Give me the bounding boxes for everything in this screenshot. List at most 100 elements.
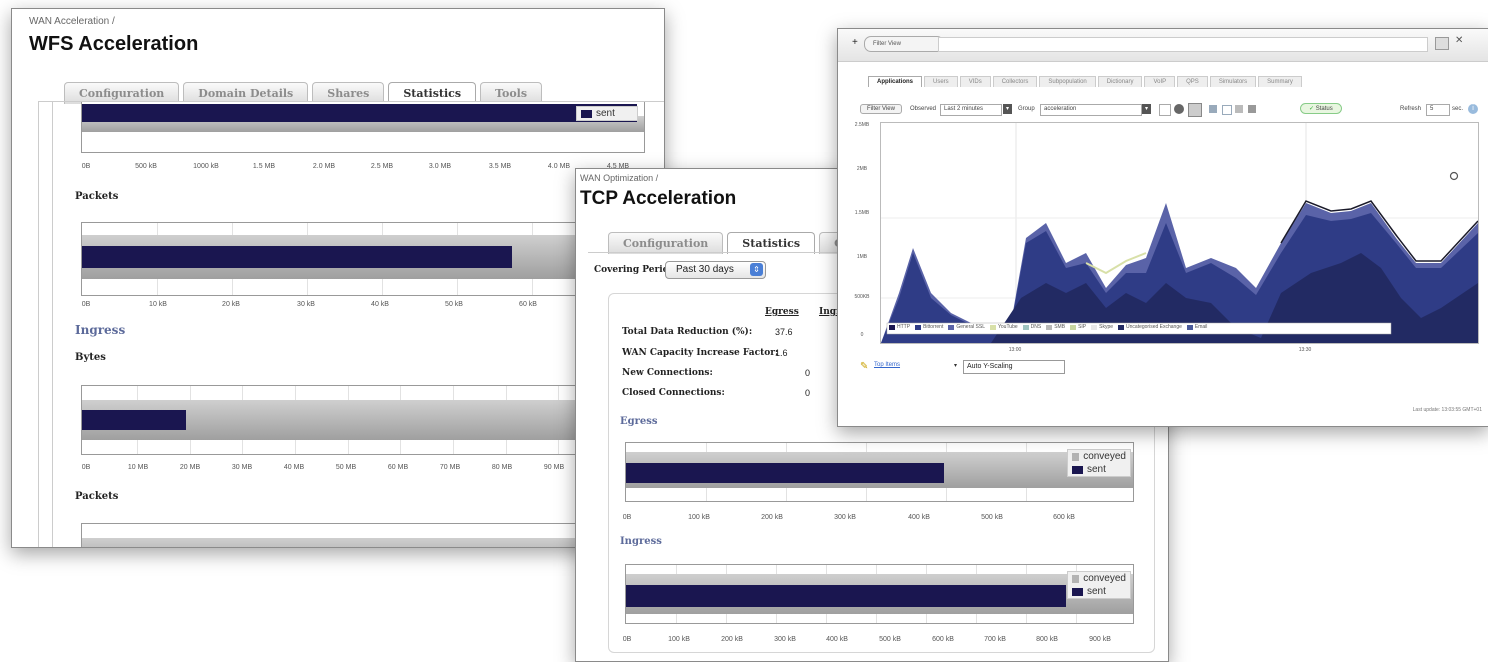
- ingress-heading: Ingress: [75, 323, 126, 337]
- y-tick: 500KB: [854, 294, 870, 300]
- sent-bar: [82, 246, 512, 268]
- status-button-label: Status: [1315, 106, 1333, 112]
- legend-label: Bittorrent: [923, 324, 944, 330]
- tab-collectors[interactable]: Collectors: [992, 76, 1038, 87]
- sent-swatch: [581, 109, 592, 118]
- breadcrumb[interactable]: WAN Acceleration /: [29, 16, 115, 27]
- status-button[interactable]: ✓ Status: [1300, 103, 1342, 114]
- tick: 100 kB: [668, 636, 690, 643]
- breadcrumb[interactable]: WAN Optimization /: [580, 173, 658, 183]
- conveyed-band: [82, 538, 642, 547]
- legend-item: YouTube: [990, 324, 1018, 330]
- tab-vids[interactable]: VIDs: [959, 76, 991, 87]
- area-chart-svg: [881, 123, 1479, 343]
- refresh-input[interactable]: 5: [1426, 104, 1450, 116]
- tick: 4.0 MB: [547, 163, 571, 170]
- legend-label: General SSL: [956, 324, 985, 330]
- legend-item: DNS: [1022, 324, 1041, 330]
- tab-subpopulation[interactable]: Subpopulation: [1039, 76, 1096, 87]
- dropdown-icon[interactable]: ▾: [1142, 104, 1151, 114]
- tab-simulators[interactable]: Simulators: [1209, 76, 1257, 87]
- chart-type-icon[interactable]: [1174, 104, 1184, 114]
- tick: 3.5 MB: [488, 163, 512, 170]
- tick: 60 MB: [387, 464, 409, 471]
- top-items-dropdown[interactable]: Top Items ▾: [874, 362, 958, 373]
- tick: 2.0 MB: [312, 163, 336, 170]
- tick: 60 kB: [519, 301, 537, 308]
- legend-item: SMB: [1046, 324, 1065, 330]
- covering-period-value: Past 30 days: [676, 264, 734, 275]
- legend-item: HTTP: [889, 324, 910, 330]
- y-tick: 2MB: [856, 166, 868, 172]
- view-tab-bar: Applications Users VIDs Collectors Subpo…: [868, 76, 1302, 87]
- tick: 200 kB: [721, 636, 743, 643]
- close-icon[interactable]: ✕: [1455, 35, 1463, 46]
- conveyed-swatch: [1072, 452, 1080, 461]
- tab-users[interactable]: Users: [924, 76, 958, 87]
- legend-sent: sent: [1087, 586, 1106, 597]
- tab-configuration[interactable]: Configuration: [608, 232, 724, 254]
- tick: 1000 kB: [193, 163, 219, 170]
- tick: 400 kB: [908, 514, 930, 521]
- tick: 3.0 MB: [428, 163, 452, 170]
- x-tick: 13:30: [1298, 347, 1312, 353]
- legend-conveyed: conveyed: [1083, 451, 1126, 462]
- y-tick: 2.5MB: [854, 122, 870, 128]
- view-chip[interactable]: Filter View: [864, 36, 944, 52]
- zoom-icon[interactable]: [1159, 104, 1171, 116]
- tab-statistics[interactable]: Statistics: [727, 232, 816, 254]
- dropdown-icon[interactable]: ▾: [1003, 104, 1012, 114]
- stat-value: 0: [805, 368, 811, 378]
- ingress-packets-chart: [81, 523, 643, 547]
- legend-item: Skype: [1091, 324, 1113, 330]
- y-tick: 1.5MB: [854, 210, 870, 216]
- tab-dictionary[interactable]: Dictionary: [1097, 76, 1143, 87]
- tab-summary[interactable]: Summary: [1258, 76, 1302, 87]
- tab-voip[interactable]: VoIP: [1144, 76, 1176, 87]
- legend-item: General SSL: [948, 324, 985, 330]
- tab-applications[interactable]: Applications: [868, 76, 923, 87]
- tick: 100 kB: [688, 514, 710, 521]
- observed-label: Observed: [910, 106, 937, 112]
- legend-sent: sent: [596, 108, 615, 119]
- legend-swatch: [1186, 324, 1193, 330]
- top-items-label: Top Items: [874, 362, 901, 368]
- scaling-field[interactable]: Auto Y-Scaling: [963, 360, 1065, 374]
- tick: 500 kB: [879, 636, 901, 643]
- sent-swatch: [1072, 587, 1083, 596]
- filter-view-button[interactable]: Filter View: [860, 104, 902, 114]
- chart-legend: sent: [576, 106, 638, 121]
- covering-period-select[interactable]: Past 30 days ⇕: [665, 261, 766, 279]
- tab-qps[interactable]: QPS: [1177, 76, 1208, 87]
- print-icon[interactable]: [1248, 105, 1256, 113]
- tick: 2.5 MB: [370, 163, 394, 170]
- export-icon[interactable]: [1235, 105, 1243, 113]
- tick: 20 kB: [222, 301, 240, 308]
- tick: 500 kB: [135, 163, 157, 170]
- legend-label: Uncategorised Exchange: [1126, 324, 1182, 330]
- add-icon[interactable]: +: [852, 37, 858, 48]
- group-select[interactable]: acceleration: [1040, 104, 1142, 116]
- chevron-down-icon: ▾: [954, 363, 958, 369]
- area-chart-icon[interactable]: [1188, 103, 1202, 117]
- table-icon[interactable]: [1222, 105, 1232, 115]
- y-tick: 1MB: [856, 254, 868, 260]
- info-icon[interactable]: i: [1468, 104, 1478, 114]
- legend-label: Skype: [1099, 324, 1114, 330]
- legend-label: YouTube: [998, 324, 1018, 330]
- tick: 300 kB: [774, 636, 796, 643]
- stat-value: 37.6: [775, 327, 793, 337]
- page-title: TCP Acceleration: [580, 188, 737, 209]
- pencil-icon[interactable]: ✎: [860, 361, 868, 372]
- view-chip-label: Filter View: [873, 41, 901, 47]
- observed-select[interactable]: Last 2 minutes: [940, 104, 1002, 116]
- bar-chart-icon[interactable]: [1209, 105, 1217, 113]
- stepper-icon: ⇕: [750, 263, 763, 276]
- group-value: acceleration: [1044, 106, 1077, 112]
- tick: 10 kB: [149, 301, 167, 308]
- stat-label: Total Data Reduction (%):: [622, 327, 753, 337]
- window-icon[interactable]: [1435, 37, 1449, 50]
- legend-swatch: [1091, 324, 1098, 330]
- chart-toolbar: Filter View Observed Last 2 minutes ▾ Gr…: [860, 101, 1480, 119]
- ingress-bytes-chart: [81, 385, 643, 455]
